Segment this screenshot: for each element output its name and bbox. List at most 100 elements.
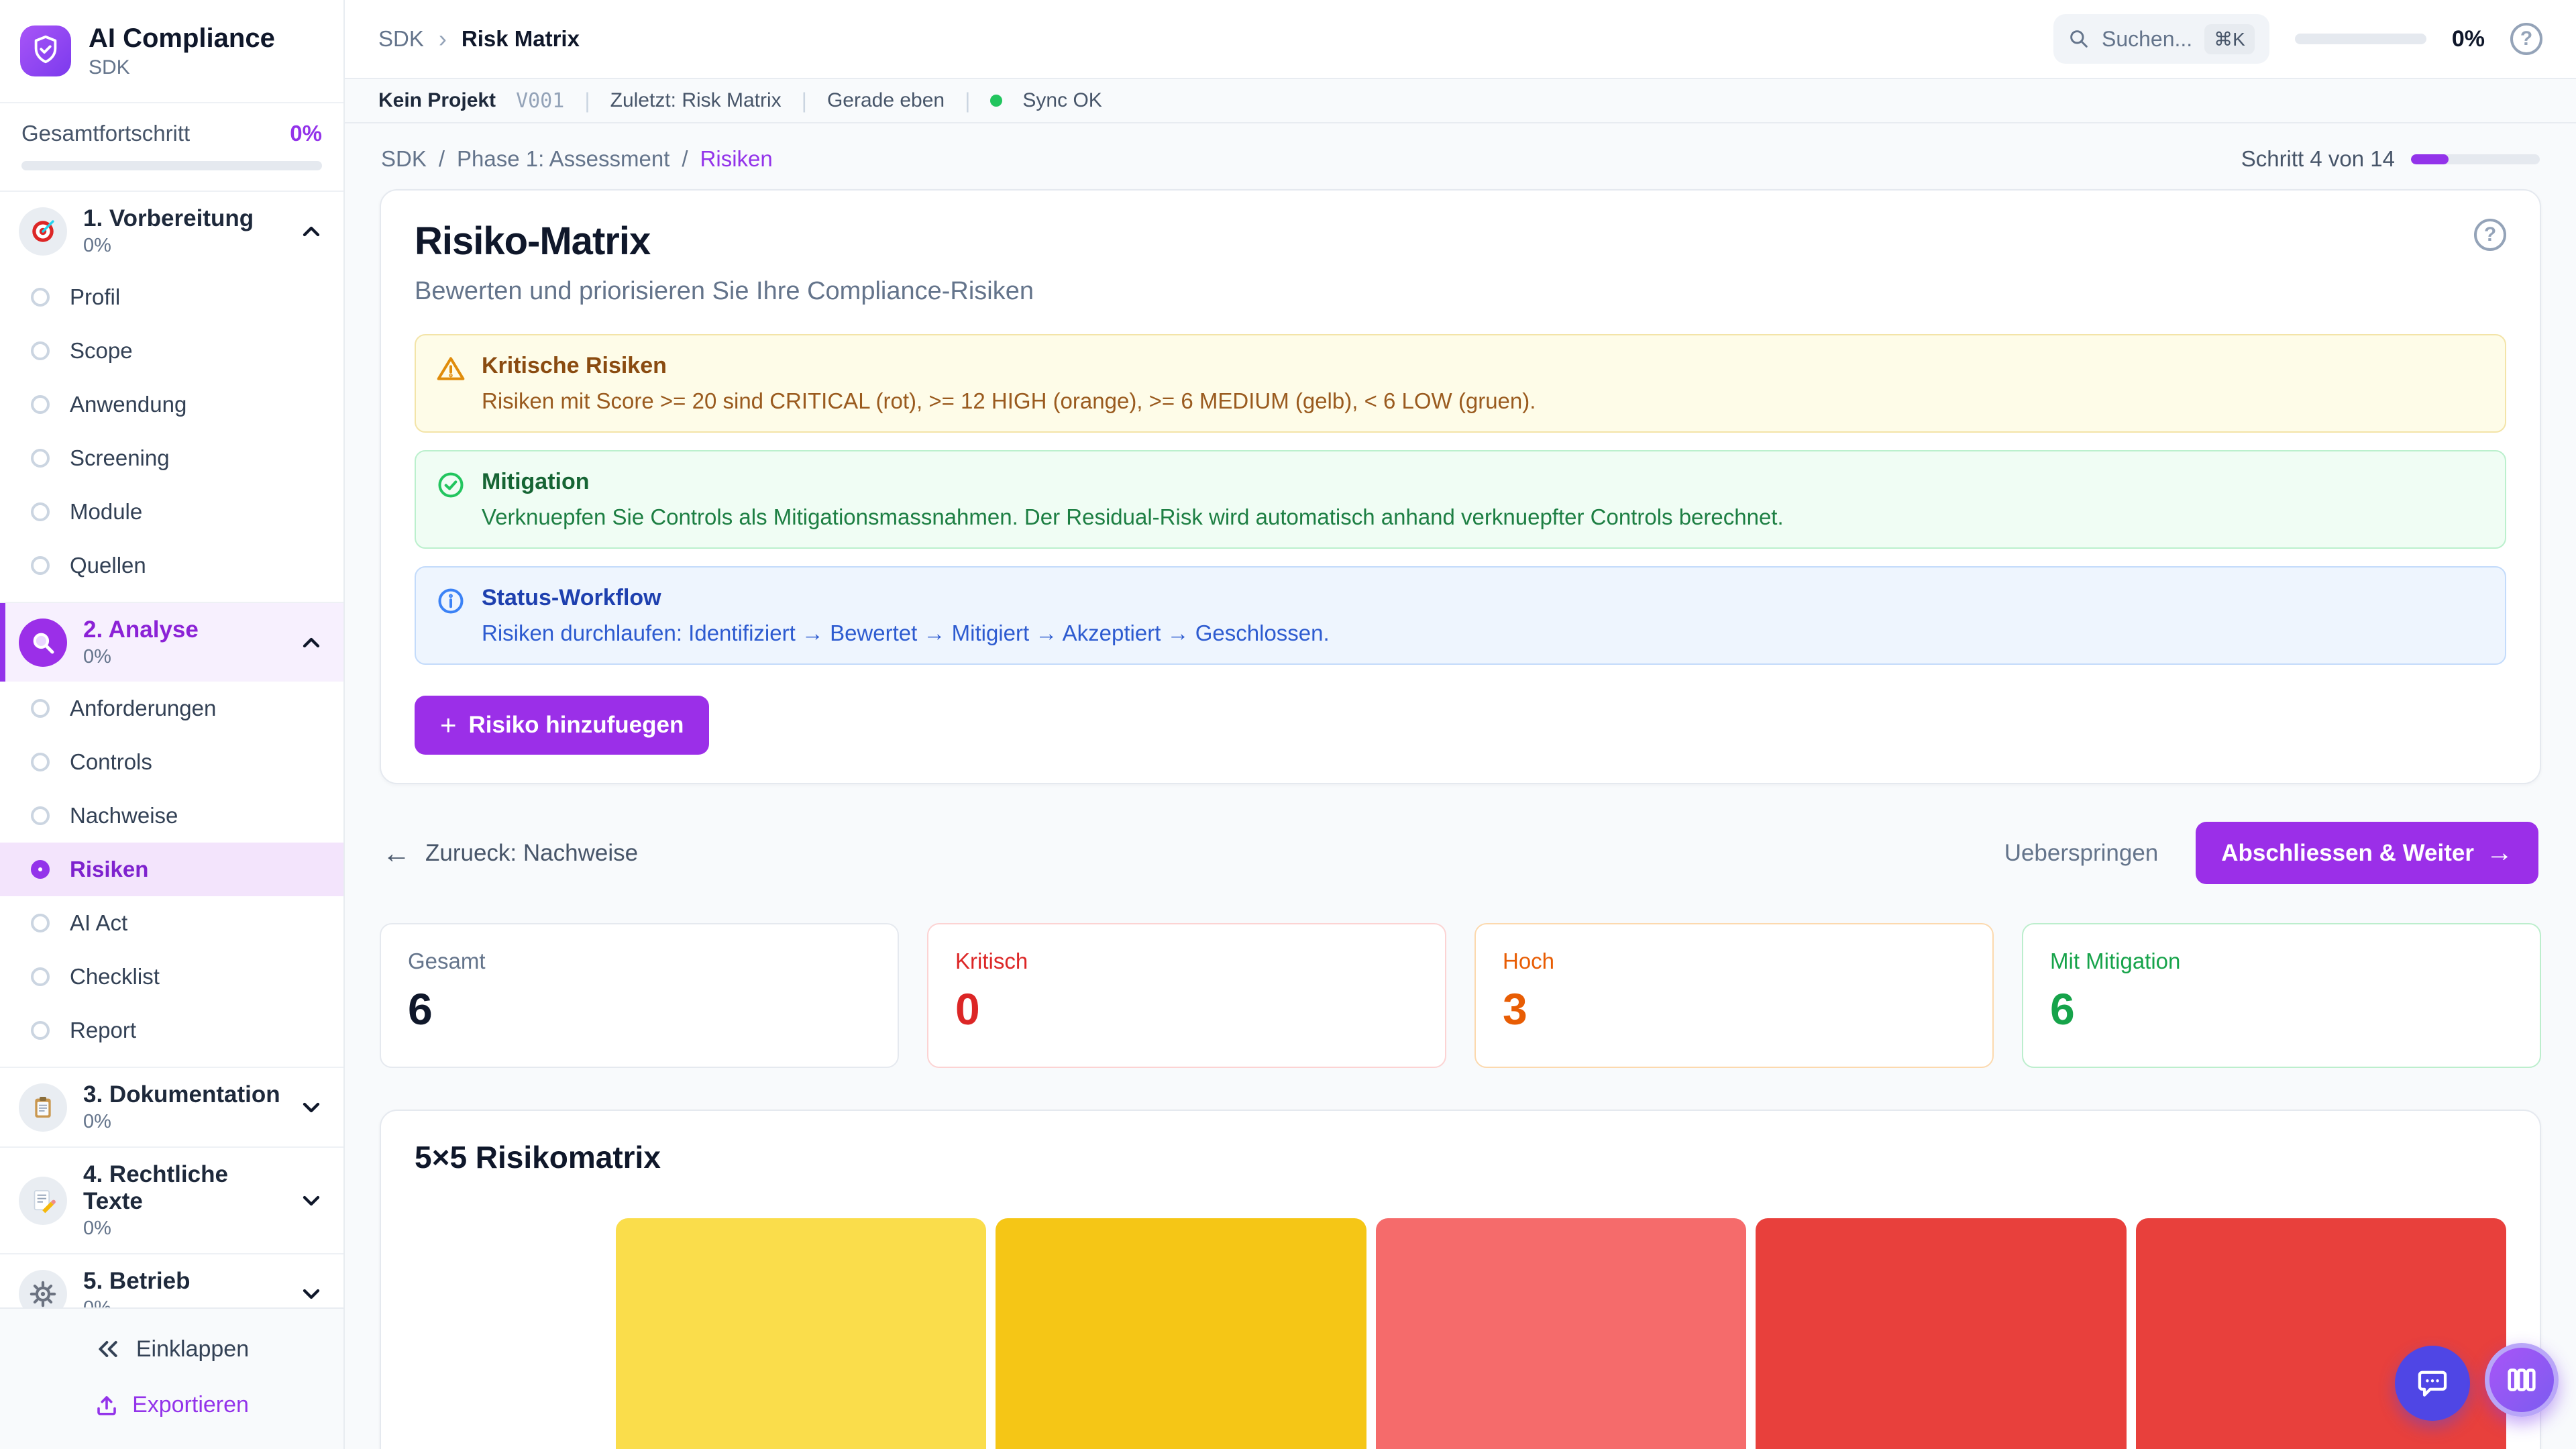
page-content: SDK / Phase 1: Assessment / Risiken Schr… xyxy=(345,123,2576,1449)
app-title: AI Compliance xyxy=(89,23,275,54)
breadcrumb-root[interactable]: SDK xyxy=(378,26,424,52)
app-subtitle: SDK xyxy=(89,56,275,79)
arrow-left-icon: ← xyxy=(382,837,411,869)
section-label: 5. Betrieb xyxy=(83,1268,282,1295)
app-logo xyxy=(20,25,71,76)
sidebar-item-risiken[interactable]: Risiken xyxy=(0,843,343,896)
section-header-betrieb[interactable]: 5. Betrieb 0% xyxy=(0,1254,343,1307)
stat-label: Mit Mitigation xyxy=(2050,949,2513,974)
nav-section-vorbereitung: 1. Vorbereitung 0% Profil Scope Anwendun… xyxy=(0,192,343,603)
sync-status-label: Sync OK xyxy=(1022,89,1102,112)
panel-toggle-fab-button[interactable] xyxy=(2485,1343,2559,1417)
chat-fab-button[interactable] xyxy=(2395,1346,2470,1421)
step-status-icon xyxy=(31,395,50,414)
sidebar-item-anwendung[interactable]: Anwendung xyxy=(0,378,343,431)
search-icon xyxy=(2068,28,2090,50)
sidebar-item-controls[interactable]: Controls xyxy=(0,735,343,789)
main-area: SDK › Risk Matrix Suchen... ⌘K 0% ? Kein… xyxy=(345,0,2576,1449)
section-header-rechtliche-texte[interactable]: 4. Rechtliche Texte 0% xyxy=(0,1148,343,1253)
nav-section-betrieb: 5. Betrieb 0% xyxy=(0,1254,343,1307)
breadcrumb-separator: / xyxy=(682,146,688,172)
divider: | xyxy=(965,89,970,113)
warning-triangle-icon xyxy=(436,354,466,384)
sidebar-item-module[interactable]: Module xyxy=(0,485,343,539)
section-percent: 0% xyxy=(83,235,282,257)
sidebar-item-checklist[interactable]: Checklist xyxy=(0,950,343,1004)
stat-card-gesamt: Gesamt 6 xyxy=(380,923,899,1068)
breadcrumb-risiken: Risiken xyxy=(700,146,773,172)
card-help-icon[interactable]: ? xyxy=(2474,219,2506,251)
step-status-icon xyxy=(31,288,50,307)
upload-icon xyxy=(95,1393,119,1417)
double-chevron-left-icon xyxy=(95,1336,121,1362)
check-circle-icon xyxy=(436,470,466,500)
help-icon[interactable]: ? xyxy=(2510,23,2542,55)
export-button[interactable]: Exportieren xyxy=(0,1392,343,1418)
breadcrumb-phase[interactable]: Phase 1: Assessment xyxy=(457,146,669,172)
search-input[interactable]: Suchen... ⌘K xyxy=(2053,14,2269,64)
section-percent: 0% xyxy=(83,646,282,668)
shield-check-icon xyxy=(30,34,61,68)
sidebar-item-profil[interactable]: Profil xyxy=(0,270,343,324)
stat-card-kritisch: Kritisch 0 xyxy=(927,923,1446,1068)
sidebar: AI Compliance SDK Gesamtfortschritt 0% xyxy=(0,0,345,1449)
page-title: Risiko-Matrix xyxy=(415,219,650,264)
export-label: Exportieren xyxy=(132,1392,249,1418)
matrix-cell[interactable] xyxy=(616,1218,986,1449)
sidebar-item-anforderungen[interactable]: Anforderungen xyxy=(0,682,343,735)
stat-value: 6 xyxy=(2050,983,2513,1034)
step-status-icon xyxy=(31,502,50,521)
section-header-dokumentation[interactable]: 3. Dokumentation 0% xyxy=(0,1068,343,1146)
sidebar-item-nachweise[interactable]: Nachweise xyxy=(0,789,343,843)
section-percent: 0% xyxy=(83,1218,282,1240)
add-risk-button[interactable]: + Risiko hinzufuegen xyxy=(415,696,709,755)
step-status-icon xyxy=(31,914,50,932)
stat-value: 3 xyxy=(1503,983,1966,1034)
notice-title: Status-Workflow xyxy=(482,585,1330,611)
matrix-cell[interactable] xyxy=(996,1218,1366,1449)
header-progress-bar xyxy=(2295,34,2426,44)
chevron-down-icon xyxy=(298,1281,325,1307)
risk-matrix-grid xyxy=(415,1218,2506,1449)
chevron-right-icon: › xyxy=(439,25,447,53)
stat-label: Kritisch xyxy=(955,949,1418,974)
notice-mitigation: Mitigation Verknuepfen Sie Controls als … xyxy=(415,450,2506,549)
overall-progress-value: 0% xyxy=(290,121,322,146)
sidebar-item-ai-act[interactable]: AI Act xyxy=(0,896,343,950)
section-label: 2. Analyse xyxy=(83,616,282,643)
step-progress-bar xyxy=(2411,154,2540,164)
sidebar-item-report[interactable]: Report xyxy=(0,1004,343,1057)
section-label: 3. Dokumentation xyxy=(83,1081,282,1108)
page-breadcrumb: SDK / Phase 1: Assessment / Risiken xyxy=(381,146,773,172)
stat-card-hoch: Hoch 3 xyxy=(1474,923,1994,1068)
sidebar-item-scope[interactable]: Scope xyxy=(0,324,343,378)
collapse-label: Einklappen xyxy=(136,1336,249,1362)
matrix-cell[interactable] xyxy=(1376,1218,1746,1449)
clipboard-icon xyxy=(19,1083,67,1132)
breadcrumb-sdk[interactable]: SDK xyxy=(381,146,427,172)
step-status-icon-active xyxy=(31,860,50,879)
matrix-cell[interactable] xyxy=(1756,1218,2126,1449)
step-indicator: Schritt 4 von 14 xyxy=(2241,146,2540,172)
sidebar-item-quellen[interactable]: Quellen xyxy=(0,539,343,592)
target-icon xyxy=(19,207,67,256)
sidebar-item-screening[interactable]: Screening xyxy=(0,431,343,485)
complete-next-button[interactable]: Abschliessen & Weiter → xyxy=(2196,822,2538,884)
chevron-down-icon xyxy=(298,1187,325,1214)
project-name: Kein Projekt xyxy=(378,89,496,112)
notice-body: Risiken durchlaufen: Identifiziert → Bew… xyxy=(482,621,1330,646)
breadcrumb-current: Risk Matrix xyxy=(462,26,580,52)
last-step-label: Zuletzt: Risk Matrix xyxy=(610,89,782,112)
overall-progress-bar xyxy=(21,161,322,170)
notice-body: Verknuepfen Sie Controls als Mitigations… xyxy=(482,504,1784,530)
statusbar: Kein Projekt V001 | Zuletzt: Risk Matrix… xyxy=(345,79,2576,123)
back-button[interactable]: ← Zurueck: Nachweise xyxy=(382,837,638,869)
step-status-icon xyxy=(31,806,50,825)
stat-label: Hoch xyxy=(1503,949,1966,974)
arrow-right-icon: → xyxy=(2486,838,2513,868)
section-header-vorbereitung[interactable]: 1. Vorbereitung 0% xyxy=(0,192,343,270)
section-header-analyse[interactable]: 2. Analyse 0% xyxy=(0,603,343,682)
skip-button[interactable]: Ueberspringen xyxy=(2004,840,2159,867)
collapse-sidebar-button[interactable]: Einklappen xyxy=(0,1336,343,1362)
matrix-title: 5×5 Risikomatrix xyxy=(415,1139,2506,1175)
